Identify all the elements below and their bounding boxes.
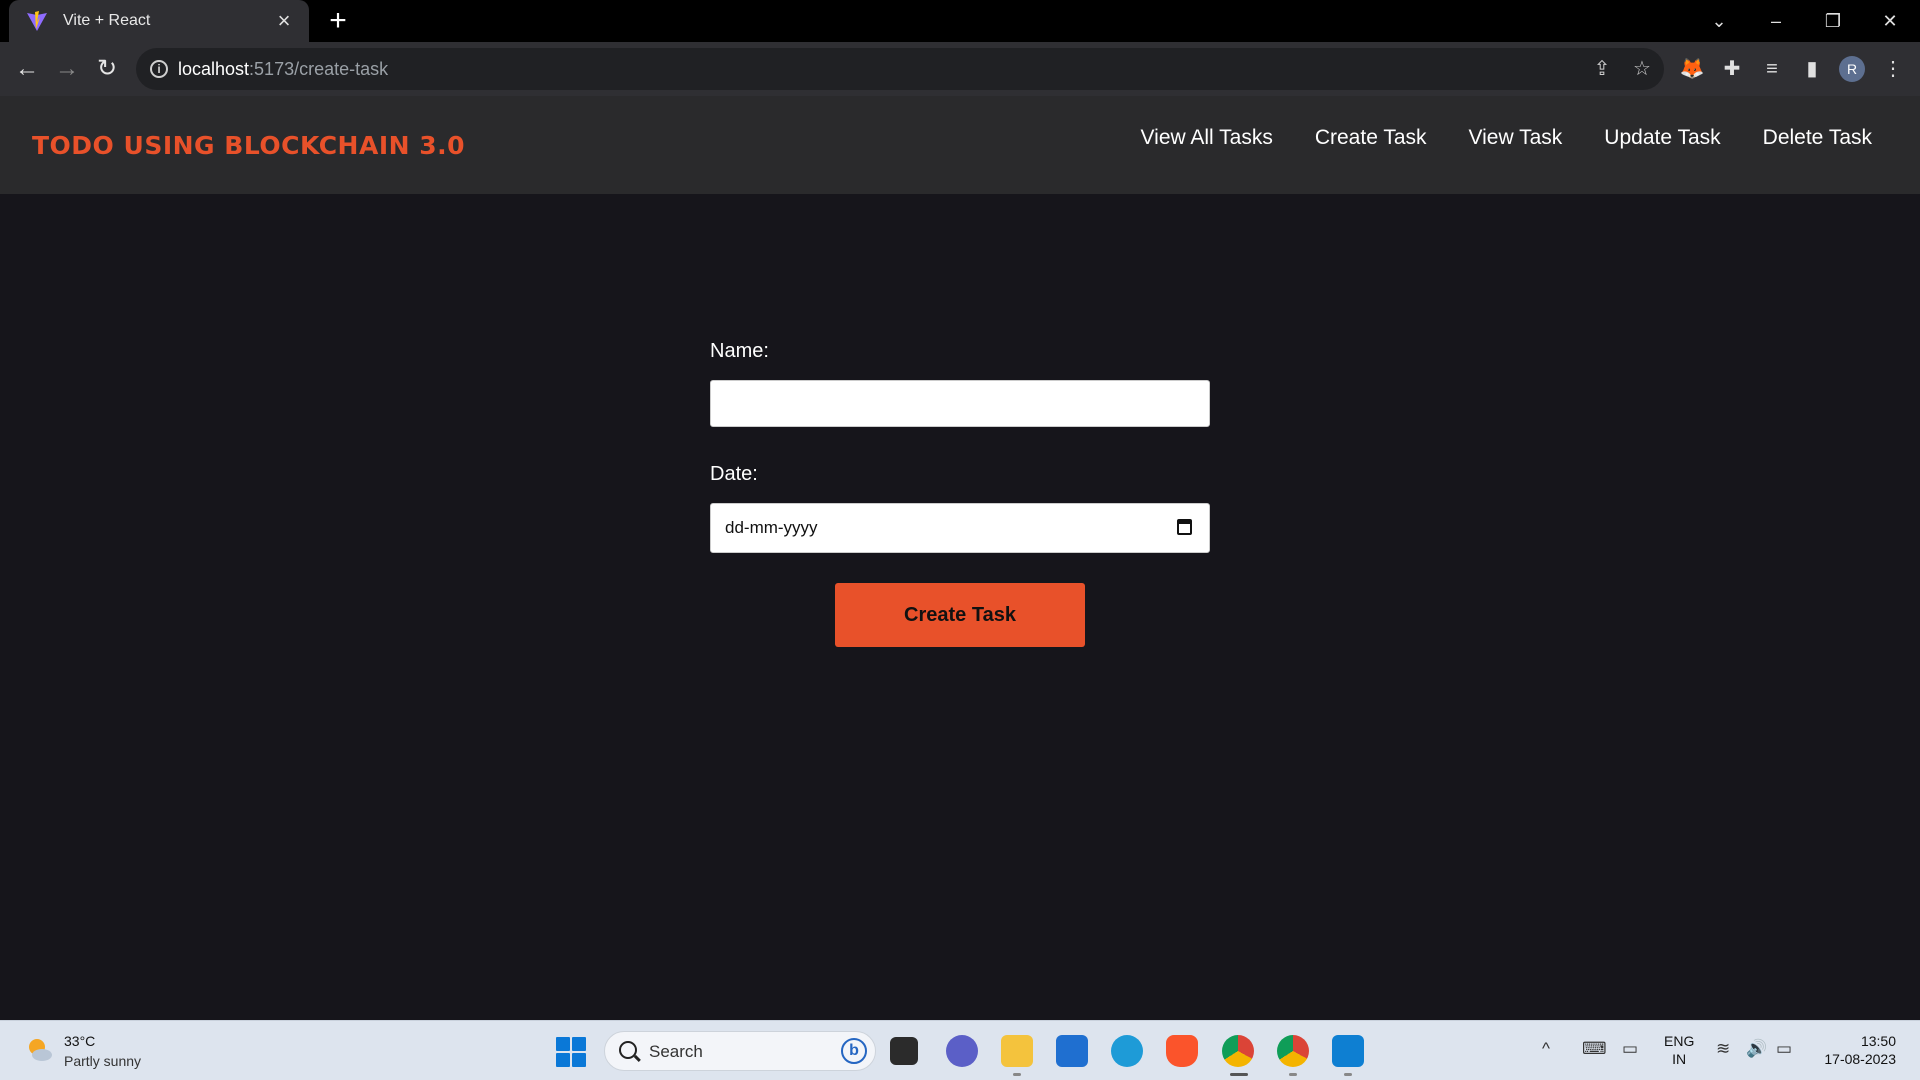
nav-view-all-tasks[interactable]: View All Tasks — [1141, 126, 1273, 150]
side-panel-icon[interactable]: ▮ — [1799, 56, 1825, 82]
vscode-indicator — [1344, 1073, 1352, 1076]
address-bar[interactable]: i localhost:5173/create-task ⇪ ☆ — [136, 48, 1664, 90]
extensions-puzzle-icon[interactable]: ✚ — [1719, 56, 1745, 82]
browser-tabstrip: Vite + React × + ⌄ – ❐ ✕ — [0, 0, 1920, 42]
chrome-profile-2-icon[interactable] — [1277, 1035, 1309, 1067]
chrome-profile-r-icon[interactable] — [1222, 1035, 1254, 1067]
vite-favicon-icon — [27, 11, 47, 31]
file-explorer-indicator — [1013, 1073, 1021, 1076]
keyboard-icon[interactable]: ⌨ — [1582, 1039, 1607, 1059]
windows-start-icon[interactable] — [556, 1037, 586, 1067]
task-view-icon[interactable] — [890, 1037, 918, 1065]
forward-icon[interactable]: → — [51, 53, 83, 85]
nav-create-task[interactable]: Create Task — [1315, 126, 1427, 150]
create-task-button[interactable]: Create Task — [835, 583, 1085, 647]
nav-view-task[interactable]: View Task — [1469, 126, 1563, 150]
show-hidden-icons-chevron-icon[interactable]: ^ — [1542, 1039, 1550, 1059]
metamask-extension-icon[interactable]: 🦊 — [1679, 56, 1705, 82]
close-window-icon[interactable]: ✕ — [1862, 4, 1918, 38]
volume-icon[interactable]: 🔊 — [1746, 1039, 1767, 1059]
app-header: TODO USING BLOCKCHAIN 3.0 View All Tasks… — [0, 96, 1920, 194]
browser-menu-icon[interactable]: ⋮ — [1880, 56, 1906, 82]
main-nav: View All Tasks Create Task View Task Upd… — [1141, 126, 1872, 150]
restore-icon[interactable]: ❐ — [1805, 4, 1861, 38]
battery-icon[interactable]: ▭ — [1776, 1039, 1792, 1059]
tab-close-icon[interactable]: × — [271, 8, 297, 34]
mail-icon[interactable] — [1056, 1035, 1088, 1067]
name-label: Name: — [710, 340, 769, 362]
search-icon — [619, 1041, 637, 1059]
profile-avatar[interactable]: R — [1839, 56, 1865, 82]
minimize-icon[interactable]: – — [1748, 4, 1804, 38]
tab-title: Vite + React — [63, 12, 151, 29]
new-tab-icon[interactable]: + — [323, 6, 353, 36]
tab-search-chevron-icon[interactable]: ⌄ — [1691, 4, 1747, 38]
touch-keyboard-icon[interactable]: ▭ — [1622, 1039, 1638, 1059]
browser-toolbar: ← → ↻ i localhost:5173/create-task ⇪ ☆ 🦊… — [0, 42, 1920, 96]
vscode-icon[interactable] — [1332, 1035, 1364, 1067]
app-brand: TODO USING BLOCKCHAIN 3.0 — [32, 131, 466, 160]
date-input[interactable]: dd-mm-yyyy — [710, 503, 1210, 553]
nav-delete-task[interactable]: Delete Task — [1763, 126, 1872, 150]
back-icon[interactable]: ← — [11, 53, 43, 85]
file-explorer-icon[interactable] — [1001, 1035, 1033, 1067]
chrome-active-indicator — [1230, 1073, 1248, 1076]
system-clock[interactable]: 13:50 17-08-2023 — [1812, 1032, 1896, 1068]
name-input[interactable] — [710, 380, 1210, 427]
site-info-icon[interactable]: i — [150, 60, 168, 78]
partly-sunny-icon[interactable] — [24, 1035, 54, 1065]
bing-icon[interactable]: b — [841, 1038, 867, 1064]
wifi-icon[interactable]: ≋ — [1716, 1039, 1730, 1059]
edge-icon[interactable] — [1111, 1035, 1143, 1067]
date-placeholder: dd-mm-yyyy — [725, 518, 818, 537]
calendar-icon[interactable] — [1177, 519, 1192, 535]
date-label: Date: — [710, 463, 758, 485]
teams-chat-icon[interactable] — [946, 1035, 978, 1067]
create-task-form: Name: Date: dd-mm-yyyy Create Task — [710, 340, 1210, 647]
media-control-icon[interactable]: ≡ — [1759, 56, 1785, 82]
weather-condition[interactable]: Partly sunny — [64, 1053, 141, 1069]
brave-icon[interactable] — [1166, 1035, 1198, 1067]
reload-icon[interactable]: ↻ — [91, 53, 123, 85]
browser-tab[interactable]: Vite + React × — [9, 0, 309, 42]
windows-taskbar: 33°C Partly sunny Search b ^ ⌨ ▭ ENG IN … — [0, 1020, 1920, 1080]
share-icon[interactable]: ⇪ — [1590, 57, 1614, 81]
chrome-2-indicator — [1289, 1073, 1297, 1076]
weather-temperature[interactable]: 33°C — [64, 1033, 95, 1049]
nav-update-task[interactable]: Update Task — [1604, 126, 1720, 150]
taskbar-search[interactable]: Search b — [604, 1031, 876, 1071]
search-placeholder: Search — [649, 1042, 703, 1061]
language-indicator[interactable]: ENG IN — [1664, 1032, 1694, 1068]
bookmark-star-icon[interactable]: ☆ — [1630, 57, 1654, 81]
url-text[interactable]: localhost:5173/create-task — [178, 59, 388, 80]
